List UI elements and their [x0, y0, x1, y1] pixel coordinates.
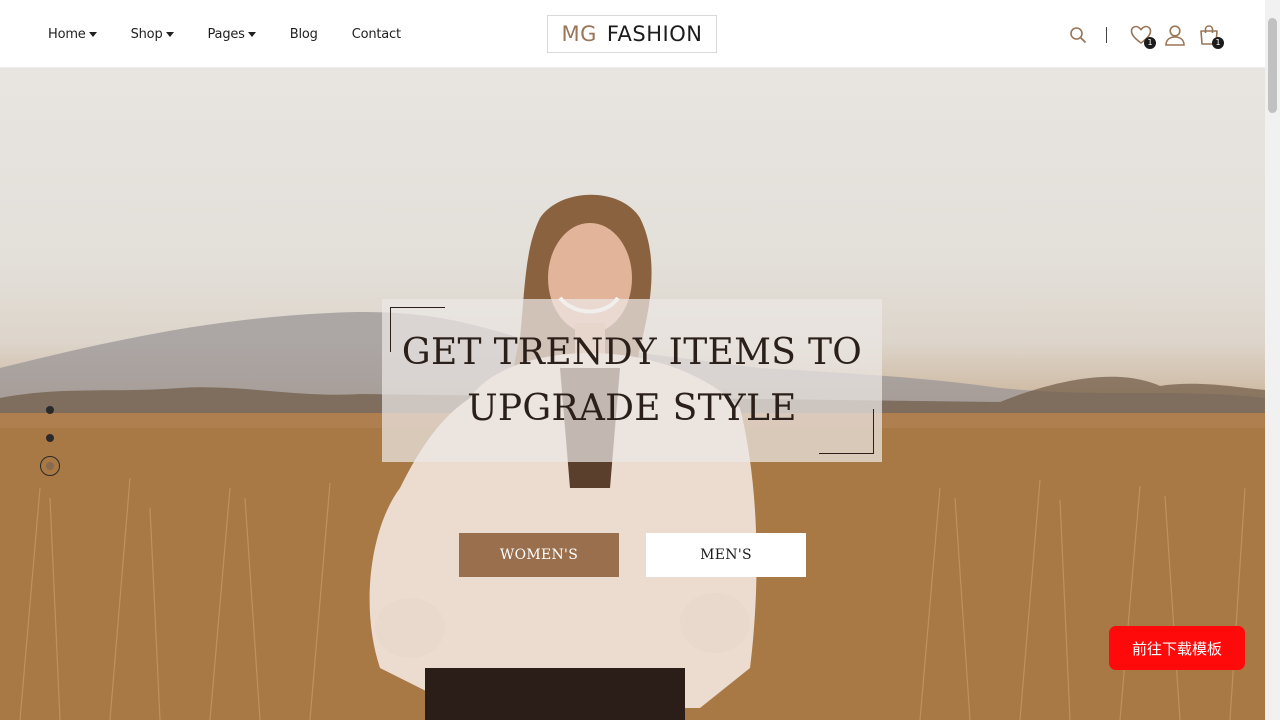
slide-dot-1[interactable]	[46, 406, 54, 414]
nav-item-home[interactable]: Home	[48, 27, 97, 42]
header-actions: 1 1	[1066, 22, 1224, 49]
scrollbar-thumb[interactable]	[1268, 18, 1277, 113]
nav-item-contact[interactable]: Contact	[352, 27, 401, 42]
nav-label-home: Home	[48, 26, 86, 42]
nav-item-blog[interactable]: Blog	[290, 27, 318, 42]
nav-label-shop: Shop	[130, 26, 163, 42]
cart-count-badge: 1	[1212, 37, 1224, 49]
header-divider	[1106, 27, 1107, 43]
nav-label-contact: Contact	[351, 26, 401, 42]
caret-down-icon	[88, 31, 97, 37]
page-scrollbar[interactable]	[1265, 0, 1280, 720]
nav-item-pages[interactable]: Pages	[208, 27, 256, 42]
download-template-button[interactable]: 前往下载模板	[1109, 626, 1245, 670]
nav-item-shop[interactable]: Shop	[131, 27, 174, 42]
logo-mg: MG	[561, 22, 597, 46]
hero-headline-line1: GET TRENDY ITEMS TO	[401, 331, 863, 373]
shop-womens-button[interactable]: WOMEN'S	[459, 533, 619, 577]
caret-down-icon	[247, 31, 256, 37]
search-icon[interactable]	[1066, 23, 1090, 47]
corner-decoration-top-left	[390, 307, 445, 352]
nav-label-blog: Blog	[289, 26, 318, 42]
wishlist-count-badge: 1	[1144, 37, 1156, 49]
hero-headline-line2: UPGRADE STYLE	[467, 387, 797, 429]
nav-label-pages: Pages	[207, 26, 245, 42]
caret-down-icon	[165, 31, 174, 37]
slide-dot-2[interactable]	[46, 434, 54, 442]
user-icon[interactable]	[1163, 23, 1187, 47]
logo-fashion: FASHION	[606, 22, 703, 46]
corner-decoration-bottom-right	[819, 409, 874, 454]
site-header: Home Shop Pages Blog Contact MG FASHION	[0, 0, 1265, 68]
heart-icon[interactable]: 1	[1129, 23, 1156, 49]
hero-headline-box: GET TRENDY ITEMS TO UPGRADE STYLE	[382, 299, 882, 462]
main-nav: Home Shop Pages Blog Contact	[48, 0, 435, 68]
hero-headline: GET TRENDY ITEMS TO UPGRADE STYLE	[402, 325, 862, 437]
slide-dot-3-active[interactable]	[40, 456, 60, 476]
hero-banner: GET TRENDY ITEMS TO UPGRADE STYLE WOMEN'…	[0, 68, 1265, 720]
shopping-bag-icon[interactable]: 1	[1197, 23, 1224, 49]
shop-mens-button[interactable]: MEN'S	[646, 533, 806, 577]
site-logo[interactable]: MG FASHION	[547, 15, 717, 53]
